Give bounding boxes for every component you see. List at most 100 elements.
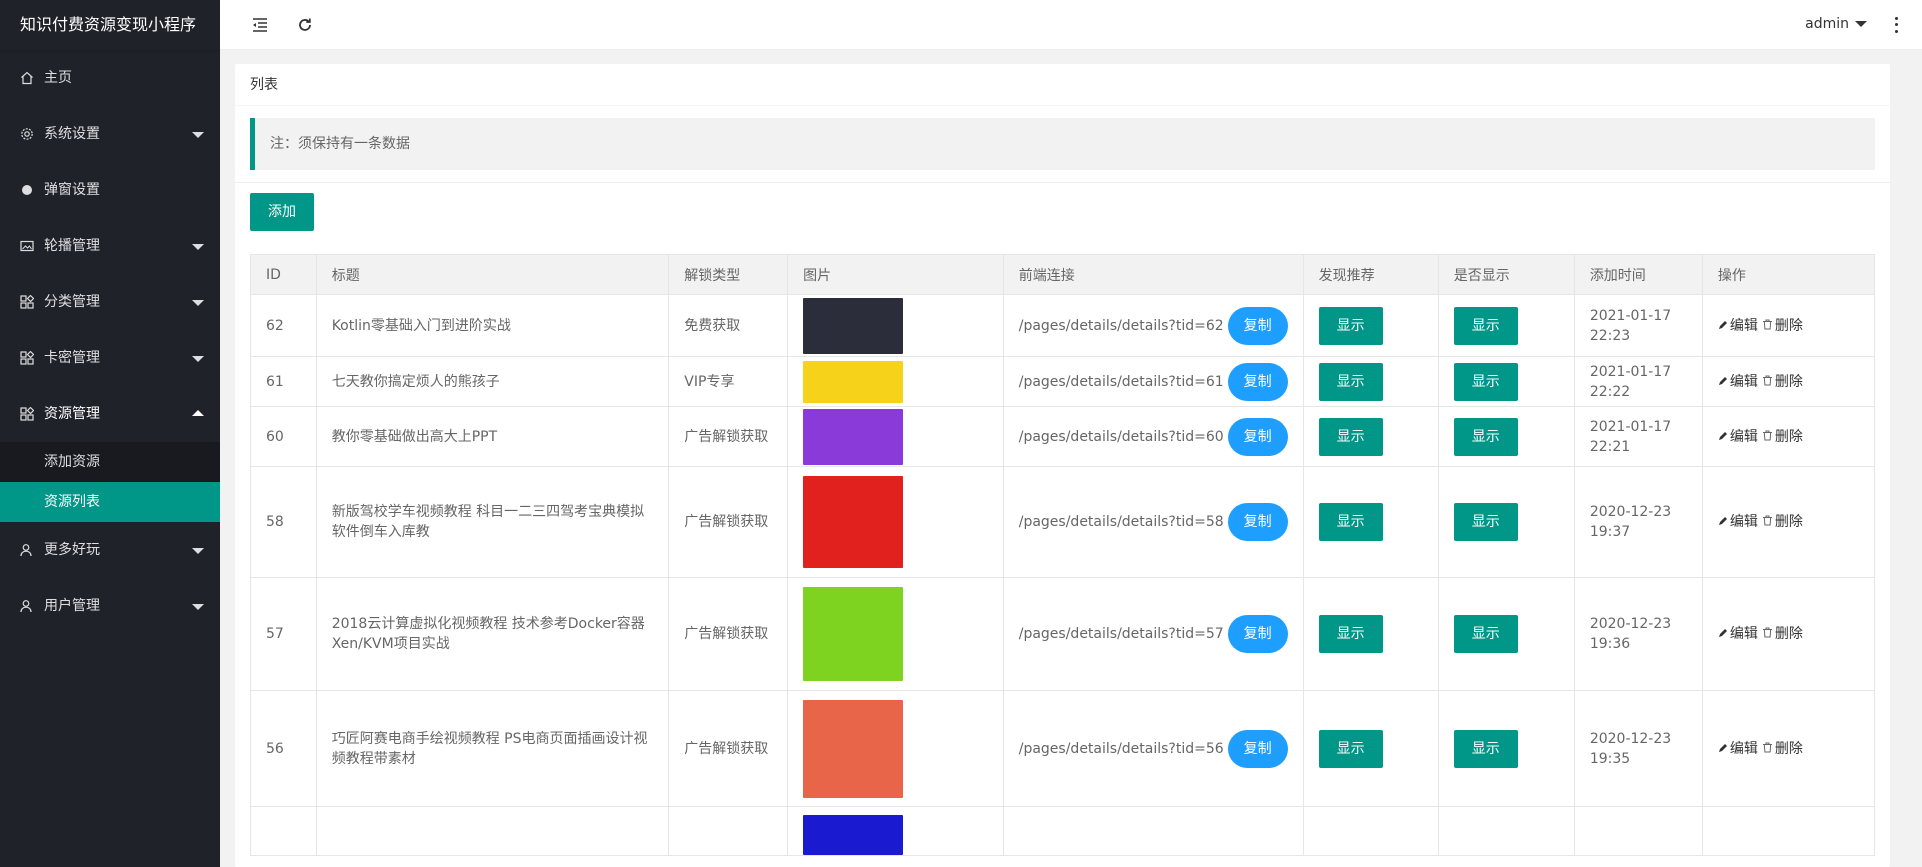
chevron-down-icon	[192, 548, 204, 554]
thumbnail-image	[803, 587, 904, 681]
edit-link[interactable]: 编辑	[1718, 316, 1758, 336]
sidebar-item-label: 分类管理	[44, 294, 100, 310]
sidebar-item-3[interactable]: 轮播管理	[0, 218, 220, 274]
thumbnail-image	[803, 360, 904, 403]
cell-title: 巧匠阿赛电商手绘视频教程 PS电商页面插画设计视频教程带素材	[315, 690, 670, 807]
more-vertical-icon[interactable]	[1890, 15, 1902, 35]
cell-recommend: 显示	[1302, 690, 1439, 807]
cell-title	[315, 806, 670, 856]
visible-toggle-button[interactable]: 显示	[1453, 729, 1518, 768]
edit-label: 编辑	[1729, 428, 1758, 445]
edit-link[interactable]: 编辑	[1718, 739, 1758, 759]
edit-link[interactable]: 编辑	[1718, 624, 1758, 644]
table-row	[250, 806, 1876, 856]
delete-link[interactable]: 删除	[1762, 372, 1803, 392]
cell-frontend-link	[1002, 806, 1304, 856]
link-text: /pages/details/details?tid=57	[1018, 626, 1224, 642]
cell-added-time: 2021-01-17 22:21	[1573, 406, 1703, 467]
recommend-toggle-button[interactable]: 显示	[1318, 362, 1383, 401]
delete-link[interactable]: 删除	[1762, 624, 1803, 644]
copy-button[interactable]: 复制	[1227, 615, 1288, 653]
edit-label: 编辑	[1729, 373, 1758, 390]
trash-icon	[1762, 624, 1775, 644]
pencil-icon	[1718, 739, 1730, 759]
add-button[interactable]: 添加	[250, 193, 314, 231]
chevron-down-icon	[192, 356, 204, 362]
cell-title: 教你零基础做出高大上PPT	[315, 406, 670, 467]
cell-actions: 编辑 删除	[1701, 577, 1876, 691]
collapse-menu-icon[interactable]	[250, 15, 270, 35]
visible-toggle-button[interactable]: 显示	[1453, 615, 1518, 653]
apps-icon	[20, 407, 34, 421]
cell-added-time: 2020-12-23 19:35	[1573, 690, 1703, 807]
cell-actions: 编辑 删除	[1701, 466, 1876, 578]
user-menu[interactable]: admin	[1805, 16, 1867, 32]
chevron-down-icon	[192, 244, 204, 250]
cell-frontend-link: /pages/details/details?tid=58 复制	[1002, 466, 1304, 578]
delete-link[interactable]: 删除	[1762, 512, 1803, 532]
delete-label: 删除	[1774, 317, 1803, 334]
delete-link[interactable]: 删除	[1762, 427, 1803, 447]
delete-link[interactable]: 删除	[1762, 739, 1803, 759]
refresh-icon[interactable]	[295, 15, 315, 35]
visible-toggle-button[interactable]: 显示	[1453, 417, 1518, 456]
cell-image	[787, 690, 1004, 807]
copy-button[interactable]: 复制	[1227, 306, 1288, 345]
sidebar-item-0[interactable]: 主页	[0, 50, 220, 106]
home-icon	[20, 71, 34, 85]
user-icon	[20, 599, 34, 613]
sidebar-subitem-0[interactable]: 添加资源	[0, 442, 220, 482]
copy-button[interactable]: 复制	[1227, 503, 1288, 541]
sidebar-item-8[interactable]: 用户管理	[0, 578, 220, 634]
cell-recommend: 显示	[1302, 466, 1439, 578]
cell-unlock-type: 广告解锁获取	[668, 577, 789, 691]
visible-toggle-button[interactable]: 显示	[1453, 503, 1518, 541]
sidebar-item-4[interactable]: 分类管理	[0, 274, 220, 330]
edit-link[interactable]: 编辑	[1718, 427, 1758, 447]
chevron-down-icon	[192, 132, 204, 138]
cell-visible: 显示	[1437, 406, 1575, 467]
sidebar-subnav: 添加资源 资源列表	[0, 442, 220, 522]
edit-link[interactable]: 编辑	[1718, 512, 1758, 532]
cell-id: 58	[250, 466, 317, 578]
copy-button[interactable]: 复制	[1227, 417, 1288, 456]
cell-recommend: 显示	[1302, 577, 1439, 691]
app-title: 知识付费资源变现小程序	[0, 0, 220, 50]
cell-unlock-type	[668, 806, 789, 856]
sidebar-item-7[interactable]: 更多好玩	[0, 522, 220, 578]
recommend-toggle-button[interactable]: 显示	[1318, 306, 1383, 345]
recommend-toggle-button[interactable]: 显示	[1318, 729, 1383, 768]
link-text: /pages/details/details?tid=56	[1018, 740, 1224, 757]
copy-button[interactable]: 复制	[1227, 362, 1288, 401]
sidebar-item-1[interactable]: 系统设置	[0, 106, 220, 162]
edit-label: 编辑	[1729, 740, 1758, 757]
copy-button[interactable]: 复制	[1227, 729, 1288, 768]
thumbnail-image	[803, 408, 904, 465]
chevron-down-icon	[192, 300, 204, 306]
sidebar: 知识付费资源变现小程序 主页系统设置弹窗设置 轮播管理分类管理卡密管理资源管理 添加…	[0, 0, 220, 867]
delete-link[interactable]: 删除	[1762, 316, 1803, 336]
recommend-toggle-button[interactable]: 显示	[1318, 417, 1383, 456]
cell-title: 2018云计算虚拟化视频教程 技术参考Docker容器Xen/KVM项目实战	[315, 577, 670, 691]
column-header: 是否显示	[1437, 254, 1575, 295]
sidebar-item-2[interactable]: 弹窗设置	[0, 162, 220, 218]
cell-recommend: 显示	[1302, 294, 1439, 357]
cell-image	[787, 806, 1004, 856]
trash-icon	[1762, 739, 1775, 759]
sidebar-item-label: 系统设置	[44, 126, 100, 142]
edit-link[interactable]: 编辑	[1718, 372, 1758, 392]
trash-icon	[1762, 512, 1775, 532]
recommend-toggle-button[interactable]: 显示	[1318, 615, 1383, 653]
table-row: 58 新版驾校学车视频教程 科目一二三四驾考宝典模拟软件倒车入库教 广告解锁获取/p…	[250, 466, 1876, 578]
visible-toggle-button[interactable]: 显示	[1453, 362, 1518, 401]
cell-visible: 显示	[1437, 466, 1575, 578]
cell-visible	[1437, 806, 1575, 856]
cell-image	[787, 466, 1004, 578]
sidebar-item-6[interactable]: 资源管理	[0, 386, 220, 442]
visible-toggle-button[interactable]: 显示	[1453, 306, 1518, 345]
sidebar-subitem-1[interactable]: 资源列表	[0, 482, 220, 522]
sidebar-item-5[interactable]: 卡密管理	[0, 330, 220, 386]
sidebar-item-label: 卡密管理	[44, 350, 100, 366]
recommend-toggle-button[interactable]: 显示	[1318, 503, 1383, 541]
resource-table: ID 标题 解锁类型 图片 前端连接 发现推荐 是否显示 添加时间 操作 62 Kotlin零基础…	[250, 254, 1876, 856]
